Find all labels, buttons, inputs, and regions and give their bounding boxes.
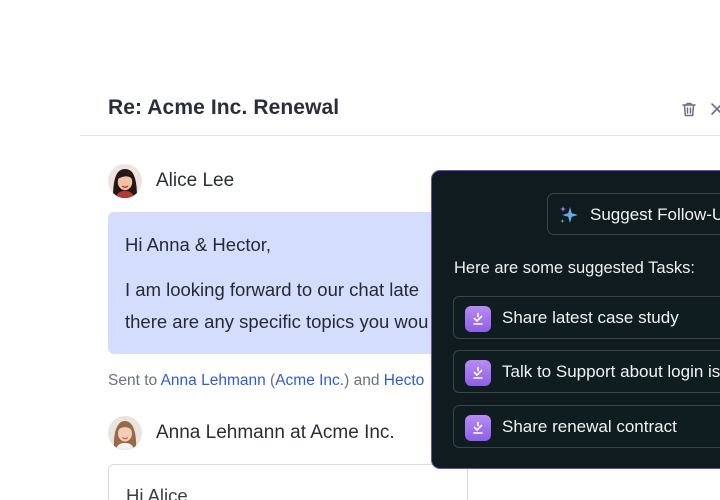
suggest-follow-up-button[interactable]: Suggest Follow-U [547, 193, 720, 235]
and-text: and [349, 372, 384, 389]
suggest-follow-up-label: Suggest Follow-U [590, 205, 720, 224]
task-check-icon [465, 306, 491, 332]
email-subject: Re: Acme Inc. Renewal [108, 96, 340, 119]
task-check-icon [465, 360, 491, 386]
suggestions-intro: Here are some suggested Tasks: [454, 259, 695, 277]
sender-name: Anna Lehmann at Acme Inc. [156, 422, 395, 443]
message-line: Hi Alice, [126, 485, 193, 500]
email-header: Re: Acme Inc. Renewal [80, 82, 720, 136]
avatar-anna [108, 416, 142, 450]
task-label: Talk to Support about login is [502, 362, 720, 381]
message-bubble: Hi Alice, [108, 464, 468, 500]
close-icon[interactable] [706, 98, 720, 120]
suggested-task[interactable]: Share latest case study [453, 296, 720, 339]
suggested-task[interactable]: Share renewal contract [453, 405, 720, 448]
message-line: I am looking forward to our chat late [125, 279, 420, 300]
task-label: Share renewal contract [502, 417, 677, 436]
recipient-link-hector[interactable]: Hecto [384, 372, 425, 389]
ai-suggestions-panel: Suggest Follow-U Here are some suggested… [431, 170, 720, 469]
trash-icon[interactable] [678, 98, 700, 120]
sent-to-line: Sent to Anna Lehmann (Acme Inc.) and Hec… [108, 372, 424, 390]
task-label: Share latest case study [502, 308, 679, 327]
company-link[interactable]: Acme Inc. [275, 372, 344, 389]
message-bubble: Hi Anna & Hector, I am looking forward t… [108, 212, 468, 354]
message-line: Hi Anna & Hector, [125, 234, 272, 255]
paren-open: ( [265, 372, 276, 389]
task-check-icon [465, 415, 491, 441]
suggested-task[interactable]: Talk to Support about login is [453, 350, 720, 393]
recipient-link-anna[interactable]: Anna Lehmann [161, 372, 266, 389]
sent-to-prefix: Sent to [108, 372, 161, 389]
sender-name: Alice Lee [156, 170, 235, 191]
avatar-alice [108, 164, 142, 198]
message-line: there are any specific topics you wou [125, 311, 429, 332]
sparkle-icon [558, 204, 580, 231]
